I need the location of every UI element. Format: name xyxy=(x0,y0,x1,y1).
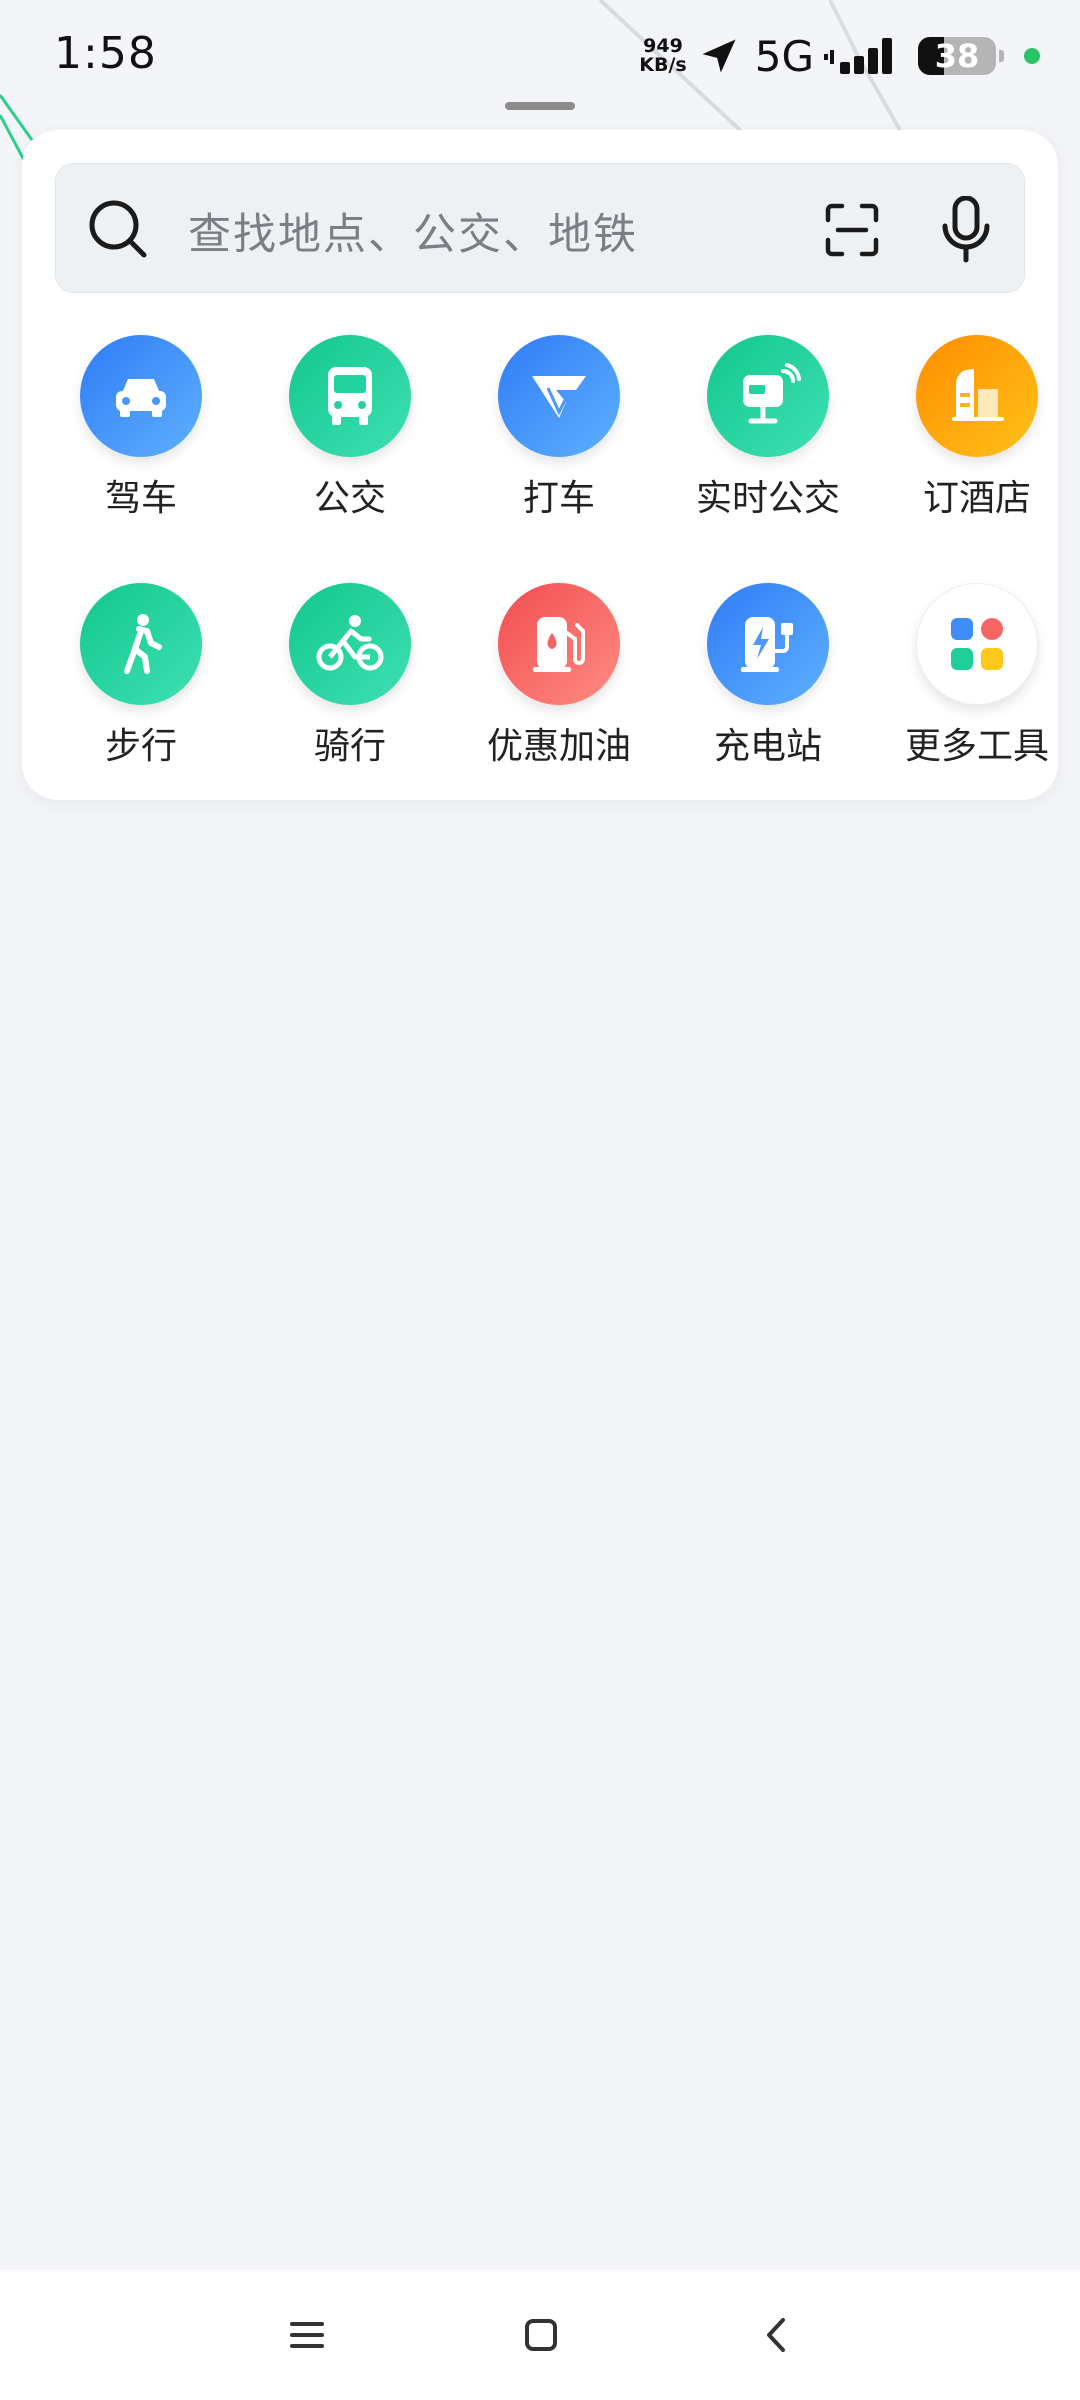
more-tools-icon xyxy=(916,583,1038,705)
tool-bicycle[interactable]: 骑行 xyxy=(250,583,450,769)
menu-icon[interactable] xyxy=(278,2310,338,2360)
car-icon xyxy=(80,335,202,457)
tool-drive[interactable]: 驾车 xyxy=(41,335,241,521)
tool-walk[interactable]: 步行 xyxy=(41,583,241,769)
status-bar: 1:58 949 KB/s 5G 38 xyxy=(0,0,1080,110)
battery-indicator: 38 xyxy=(918,37,1004,75)
tool-label: 实时公交 xyxy=(695,478,840,519)
walk-icon xyxy=(80,583,202,705)
bicycle-icon xyxy=(289,583,411,705)
network-type: 5G xyxy=(754,31,814,81)
tool-more[interactable]: 更多工具 xyxy=(877,583,1077,769)
tool-label: 骑行 xyxy=(313,726,386,767)
net-speed: 949 KB/s xyxy=(639,37,686,75)
tool-fuel[interactable]: 优惠加油 xyxy=(459,583,659,769)
navigation-bar xyxy=(0,2270,1080,2400)
search-panel: 查找地点、公交、地铁 驾车 公交 打车 实时公交 订酒店 步行 骑行 优惠加油 … xyxy=(22,130,1058,800)
tool-bus[interactable]: 公交 xyxy=(250,335,450,521)
drag-handle[interactable] xyxy=(505,102,575,110)
tool-label: 充电站 xyxy=(713,726,822,767)
signal-bars-icon xyxy=(824,38,892,74)
tool-label: 优惠加油 xyxy=(486,726,631,767)
tool-label: 订酒店 xyxy=(922,478,1031,519)
search-input[interactable]: 查找地点、公交、地铁 xyxy=(188,200,638,262)
privacy-indicator-dot xyxy=(1024,48,1040,64)
tool-realtime-bus[interactable]: 实时公交 xyxy=(668,335,868,521)
status-time: 1:58 xyxy=(54,28,157,79)
charging-station-icon xyxy=(707,583,829,705)
tool-hotel[interactable]: 订酒店 xyxy=(877,335,1077,521)
tool-label: 驾车 xyxy=(104,478,177,519)
tool-label: 打车 xyxy=(522,478,595,519)
hotel-icon xyxy=(916,335,1038,457)
tool-taxi[interactable]: 打车 xyxy=(459,335,659,521)
bus-icon xyxy=(289,335,411,457)
battery-level: 38 xyxy=(934,37,980,75)
search-bar[interactable]: 查找地点、公交、地铁 xyxy=(55,163,1025,293)
tool-label: 公交 xyxy=(313,478,386,519)
realtime-bus-icon xyxy=(707,335,829,457)
status-icons: 949 KB/s 5G 38 xyxy=(639,30,1040,82)
scan-icon[interactable] xyxy=(824,202,880,258)
location-arrow-icon xyxy=(702,39,736,73)
search-icon xyxy=(89,200,147,258)
net-speed-unit: KB/s xyxy=(639,54,687,76)
microphone-icon[interactable] xyxy=(941,196,991,264)
tool-label: 更多工具 xyxy=(904,726,1049,767)
fuel-icon xyxy=(498,583,620,705)
tool-label: 步行 xyxy=(104,726,177,767)
back-icon[interactable] xyxy=(747,2310,807,2360)
taxi-icon xyxy=(498,335,620,457)
tool-charging-station[interactable]: 充电站 xyxy=(668,583,868,769)
home-icon[interactable] xyxy=(511,2310,571,2360)
